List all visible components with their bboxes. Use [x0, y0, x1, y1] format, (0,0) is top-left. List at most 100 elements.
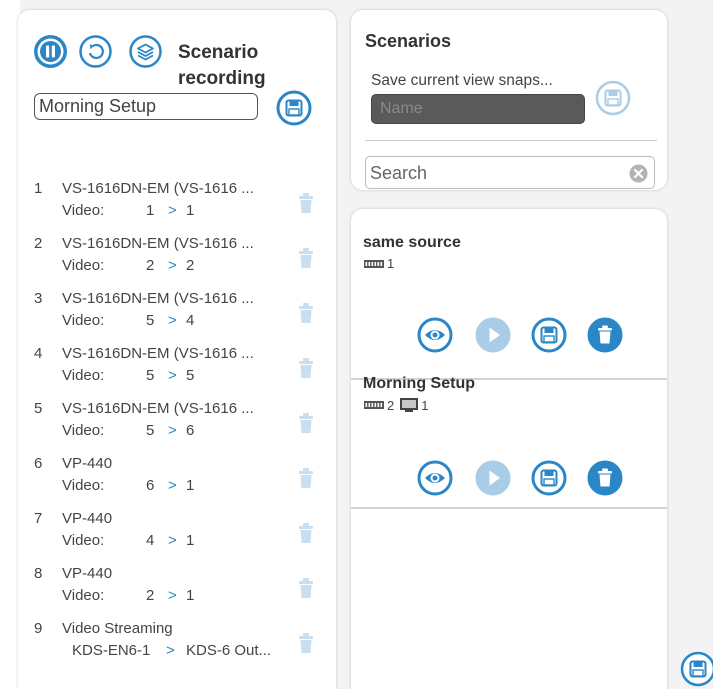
trash-icon — [299, 248, 313, 268]
scenarios-panel: Scenarios Save current view snaps... — [351, 10, 667, 190]
delete-action-button[interactable] — [298, 357, 314, 383]
play-icon — [475, 460, 511, 496]
action-type: Video: — [62, 477, 105, 494]
recording-name-input[interactable] — [34, 93, 258, 120]
trash-icon — [299, 413, 313, 433]
replay-icon — [79, 35, 112, 68]
scenario-card: Morning Setup 2 1 — [351, 359, 667, 509]
action-device: VS-1616DN-EM (VS-1616 ... — [62, 400, 254, 417]
action-type: Video: — [62, 257, 105, 274]
replay-button[interactable] — [79, 35, 112, 68]
clear-search-button[interactable] — [629, 164, 648, 188]
stream-destination: KDS-6 Out... — [186, 642, 272, 659]
action-number: 7 — [34, 510, 43, 527]
action-input: 2 — [146, 587, 155, 604]
save-snapshot-button[interactable] — [595, 80, 631, 116]
eye-icon — [417, 317, 453, 353]
recorded-action-item: 9 Video Streaming KDS-EN6-1 > KDS-6 Out... — [34, 620, 334, 672]
action-input: 5 — [146, 422, 155, 439]
save-scenario-button[interactable] — [531, 317, 567, 353]
search-input[interactable] — [370, 160, 620, 186]
action-device: VS-1616DN-EM (VS-1616 ... — [62, 180, 254, 197]
switcher-icon — [364, 401, 384, 409]
scenarios-title: Scenarios — [365, 31, 452, 51]
trash-icon — [299, 523, 313, 543]
action-number: 8 — [34, 565, 43, 582]
route-arrow: > — [168, 477, 177, 494]
action-number: 9 — [34, 620, 43, 637]
action-output: 2 — [186, 257, 195, 274]
trash-icon — [587, 317, 623, 353]
recorded-action-item: 8 VP-440 Video: 2 >1 — [34, 565, 334, 617]
recorded-action-item: 2 VS-1616DN-EM (VS-1616 ... Video: 2 >2 — [34, 235, 334, 287]
route-arrow: > — [168, 422, 177, 439]
action-device: VP-440 — [62, 510, 113, 527]
recorded-action-item: 3 VS-1616DN-EM (VS-1616 ... Video: 5 >4 — [34, 290, 334, 342]
delete-action-button[interactable] — [298, 192, 314, 218]
action-type: Video: — [62, 532, 105, 549]
floppy-disk-icon — [531, 317, 567, 353]
play-scenario-button[interactable] — [475, 317, 511, 353]
save-recording-button[interactable] — [276, 90, 312, 126]
scenario-device-counts: 1 — [363, 256, 394, 271]
play-scenario-button[interactable] — [475, 460, 511, 496]
clear-icon — [629, 164, 648, 183]
pause-button[interactable] — [34, 35, 67, 68]
switcher-count: 2 — [387, 397, 395, 413]
action-output: 1 — [186, 202, 195, 219]
delete-action-button[interactable] — [298, 302, 314, 328]
action-type: Video: — [62, 312, 105, 329]
scenario-list-panel: same source 1 Morning Setup 2 1 — [351, 209, 667, 689]
action-number: 3 — [34, 290, 43, 307]
delete-action-button[interactable] — [298, 467, 314, 493]
action-output: 1 — [186, 532, 195, 549]
view-scenario-button[interactable] — [417, 460, 453, 496]
floating-save-button[interactable] — [680, 651, 713, 687]
recorded-action-item: 4 VS-1616DN-EM (VS-1616 ... Video: 5 >5 — [34, 345, 334, 397]
delete-action-button[interactable] — [298, 577, 314, 603]
save-scenario-button[interactable] — [531, 460, 567, 496]
view-scenario-button[interactable] — [417, 317, 453, 353]
delete-scenario-button[interactable] — [587, 317, 623, 353]
delete-action-button[interactable] — [298, 632, 314, 658]
display-count: 1 — [421, 397, 429, 413]
display-icon — [400, 398, 419, 412]
route-arrow: > — [168, 202, 177, 219]
delete-scenario-button[interactable] — [587, 460, 623, 496]
trash-icon — [299, 358, 313, 378]
action-type: Video: — [62, 367, 105, 384]
trash-icon — [299, 633, 313, 653]
trash-icon — [299, 468, 313, 488]
action-device: VP-440 — [62, 565, 113, 582]
floppy-disk-icon — [276, 90, 312, 126]
action-type: Video: — [62, 202, 105, 219]
action-input: 6 — [146, 477, 155, 494]
pause-icon — [37, 38, 64, 65]
action-output: 5 — [186, 367, 195, 384]
floppy-disk-icon — [680, 651, 713, 687]
layers-button[interactable] — [129, 35, 162, 68]
scenario-recording-panel: Scenario recording 1 VS-1616DN-EM (VS-161… — [18, 10, 336, 689]
recording-title: Scenario recording — [178, 42, 266, 89]
action-input: 4 — [146, 532, 155, 549]
scenario-name-input[interactable] — [371, 94, 585, 124]
play-icon — [475, 317, 511, 353]
action-number: 6 — [34, 455, 43, 472]
route-arrow: > — [168, 587, 177, 604]
action-device: VS-1616DN-EM (VS-1616 ... — [62, 345, 254, 362]
trash-icon — [587, 460, 623, 496]
trash-icon — [299, 303, 313, 323]
route-arrow: > — [168, 257, 177, 274]
delete-action-button[interactable] — [298, 522, 314, 548]
action-output: 4 — [186, 312, 195, 329]
floppy-disk-icon — [531, 460, 567, 496]
action-type: Video: — [62, 422, 105, 439]
eye-icon — [417, 460, 453, 496]
switcher-count: 1 — [387, 256, 395, 271]
switcher-icon — [364, 259, 384, 268]
delete-action-button[interactable] — [298, 412, 314, 438]
action-input: 5 — [146, 312, 155, 329]
delete-action-button[interactable] — [298, 247, 314, 273]
route-arrow: > — [168, 532, 177, 549]
recorded-action-item: 1 VS-1616DN-EM (VS-1616 ... Video: 1 >1 — [34, 180, 334, 232]
